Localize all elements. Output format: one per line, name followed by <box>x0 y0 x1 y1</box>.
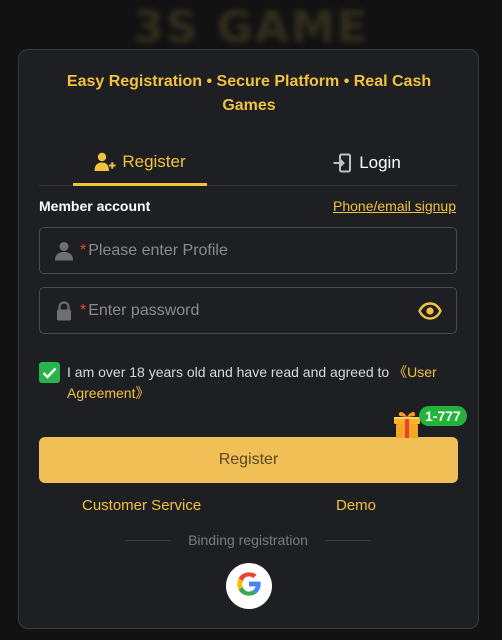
profile-placeholder: Please enter Profile <box>88 241 228 259</box>
tagline: Easy Registration • Secure Platform • Re… <box>66 73 432 114</box>
eye-icon[interactable] <box>418 300 442 327</box>
binding-divider: Binding registration <box>125 531 371 549</box>
tab-login[interactable]: Login <box>307 140 427 185</box>
divider-line-left <box>125 539 171 541</box>
lock-icon <box>54 300 74 321</box>
tab-register-label: Register <box>122 151 186 171</box>
tab-register[interactable]: Register <box>73 140 207 186</box>
google-icon <box>235 570 263 603</box>
binding-registration-label: Binding registration <box>188 532 308 548</box>
agreement-statement: I am over 18 years old and have read and… <box>67 364 394 380</box>
demo-link[interactable]: Demo <box>336 497 376 514</box>
background-brand-title: 3S GAME <box>133 2 369 53</box>
password-placeholder: Enter password <box>88 301 200 319</box>
tab-login-label: Login <box>359 152 401 172</box>
profile-required-mark: * <box>80 241 87 259</box>
customer-service-link[interactable]: Customer Service <box>82 497 201 514</box>
profile-input[interactable]: * Please enter Profile <box>39 227 457 274</box>
divider-line-right <box>324 539 371 541</box>
registration-modal: Easy Registration • Secure Platform • Re… <box>18 49 479 629</box>
google-signin-button[interactable] <box>226 563 272 609</box>
agreement-text: I am over 18 years old and have read and… <box>67 362 459 404</box>
member-account-label: Member account <box>39 198 151 214</box>
password-input[interactable]: * Enter password <box>39 287 457 334</box>
phone-email-signup-link[interactable]: Phone/email signup <box>333 198 456 214</box>
auth-tabs: Register Login <box>39 140 457 186</box>
agreement-checkbox[interactable] <box>39 362 60 383</box>
user-icon <box>54 241 74 261</box>
login-icon <box>333 153 353 173</box>
add-user-icon <box>94 152 116 172</box>
promo-badge: 1-777 <box>419 406 467 426</box>
password-required-mark: * <box>80 301 87 319</box>
check-icon <box>42 367 57 379</box>
